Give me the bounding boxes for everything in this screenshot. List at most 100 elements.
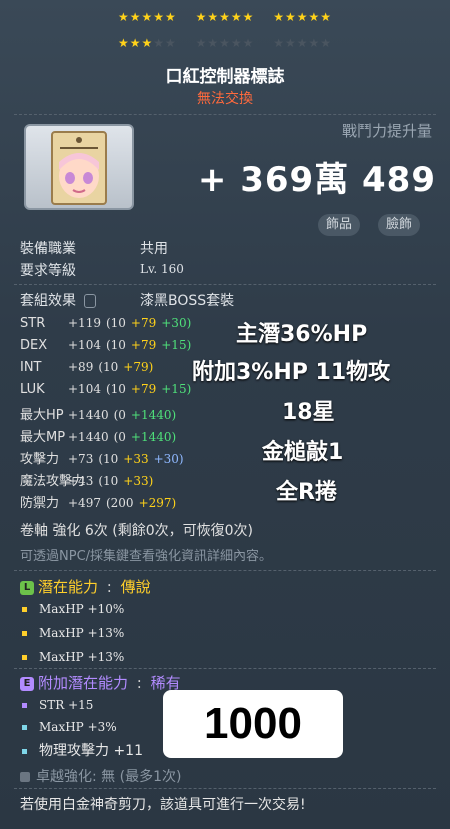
set-label: 套組效果 <box>20 293 76 309</box>
divider <box>14 788 436 789</box>
stat-total: +104 <box>68 382 101 396</box>
bullet-icon <box>22 703 27 708</box>
additional-line-text: 物理攻擊力 +11 <box>39 743 143 759</box>
additional-potential-title: E 附加潛在能力 : 稀有 <box>20 672 181 693</box>
job-value: 共用 <box>140 241 168 257</box>
potential-line-text: MaxHP +13% <box>39 626 125 640</box>
divider <box>14 114 436 115</box>
scroll-upgrade-text: 卷軸 強化 6次 (剩餘0次，可恢復0次) <box>20 523 253 539</box>
star-on: ★★★ <box>117 36 154 50</box>
star-group: ★★★★★ <box>195 36 255 50</box>
stat-extra: +30) <box>153 452 184 466</box>
level-row: 要求等級 Lv. 160 <box>20 260 184 280</box>
potential-title: L 潛在能力 : 傳說 <box>20 576 151 597</box>
stat-bonus: +297) <box>138 496 177 510</box>
stat-name: 防禦力 <box>20 496 60 511</box>
stat-total: +89 <box>68 360 94 374</box>
bullet-icon <box>22 725 27 730</box>
stat-total: +73 <box>68 452 94 466</box>
item-tooltip: ★★★★★ ★★★★★ ★★★★★ ★★★★★ ★★★★★ ★★★★★ 口紅控制… <box>0 0 450 829</box>
note: 18星 <box>282 400 335 425</box>
bullet-icon <box>22 607 27 612</box>
potential-line: MaxHP +13% <box>22 650 124 664</box>
stat-name: INT <box>20 360 42 375</box>
stat-row: 魔法攻擊力+43 (10 +33) <box>20 470 158 489</box>
set-row: 套組效果 漆黑BOSS套裝 <box>20 290 234 310</box>
stat-base: (10 <box>98 360 119 374</box>
bullet-icon <box>22 631 27 636</box>
stat-bonus: +79 <box>130 382 157 396</box>
excellence-text: 卓越強化: 無 (最多1次) <box>36 769 182 785</box>
potential-grade: 傳說 <box>120 578 151 596</box>
stat-total: +1440 <box>68 430 109 444</box>
stat-base: (10 <box>98 452 119 466</box>
bullet-icon <box>22 655 27 660</box>
stat-bonus: +79 <box>130 316 157 330</box>
trade-footer-note: 若使用白金神奇剪刀，該道具可進行一次交易! <box>20 797 306 813</box>
epic-grade-icon: E <box>20 676 34 691</box>
star-force-row-2: ★★★★★ ★★★★★ ★★★★★ <box>0 36 450 50</box>
legendary-grade-icon: L <box>20 580 34 595</box>
stat-total: +1440 <box>68 408 109 422</box>
trade-status: 無法交換 <box>197 91 253 107</box>
item-name: 口紅控制器標誌 <box>165 67 285 87</box>
stat-bonus: +79 <box>130 338 157 352</box>
stat-total: +119 <box>68 316 101 330</box>
stat-row: STR +119 (10 +79 +30) <box>20 316 196 331</box>
combat-power-label: 戰鬥力提升量 <box>341 122 432 140</box>
set-value: 漆黑BOSS套裝 <box>140 293 235 309</box>
stat-row: 最大MP +1440 (0 +1440) <box>20 426 181 445</box>
stat-name: 魔法攻擊力 <box>20 474 86 489</box>
star-group: ★★★★★ <box>273 10 333 24</box>
potential-line: MaxHP +10% <box>22 602 124 616</box>
stat-extra: +15) <box>161 382 192 396</box>
stat-bonus: +33 <box>123 452 149 466</box>
additional-separator: : <box>136 674 142 692</box>
additional-line-text: STR +15 <box>39 698 94 712</box>
star-group: ★★★★★ <box>195 10 255 24</box>
level-label: 要求等級 <box>20 263 76 279</box>
divider <box>14 570 436 571</box>
star-off: ★★ <box>153 36 177 50</box>
star-group: ★★★★★ <box>118 36 177 50</box>
divider <box>14 284 436 285</box>
divider <box>14 668 436 669</box>
stat-name: DEX <box>20 338 48 353</box>
potential-line: MaxHP +13% <box>22 626 124 640</box>
stat-row: 防禦力 +497 (200 +297) <box>20 492 181 511</box>
stat-row: 攻擊力 +73 (10 +33 +30) <box>20 448 189 467</box>
stat-name: 攻擊力 <box>20 452 60 467</box>
potential-label: 潛在能力 <box>38 578 99 596</box>
category-tag: 臉飾 <box>378 214 421 236</box>
stat-base: (10 <box>105 338 126 352</box>
star-group: ★★★★★ <box>273 36 333 50</box>
potential-separator: : <box>106 578 112 596</box>
price-label: 1000 <box>163 690 343 758</box>
stat-row: INT +89 (10 +79) <box>20 360 158 375</box>
item-icon <box>24 124 134 210</box>
note: 金槌敲1 <box>262 440 344 465</box>
level-value: Lv. 160 <box>140 262 184 276</box>
stat-bonus: +79) <box>123 360 154 374</box>
stat-base: (10 <box>105 382 126 396</box>
excellence-upgrade-text: 卓越強化: 無 (最多1次) <box>20 766 181 786</box>
excellence-icon <box>20 772 30 782</box>
potential-line-text: MaxHP +13% <box>39 650 125 664</box>
additional-line-text: MaxHP +3% <box>39 720 117 734</box>
note: 全R捲 <box>276 480 337 505</box>
stat-bonus: +33) <box>123 474 154 488</box>
job-label: 裝備職業 <box>20 241 76 257</box>
bullet-icon <box>22 748 27 754</box>
stat-row: 最大HP +1440 (0 +1440) <box>20 404 181 423</box>
combat-power-value: + 369萬 489 <box>197 160 436 200</box>
stat-extra: +1440) <box>130 430 177 444</box>
additional-line: STR +15 <box>22 698 93 712</box>
stat-extra: +1440) <box>130 408 177 422</box>
stat-extra: +15) <box>161 338 192 352</box>
stat-name: LUK <box>20 382 45 397</box>
note: 附加3%HP 11物攻 <box>192 360 391 385</box>
stat-row: DEX +104 (10 +79 +15) <box>20 338 196 353</box>
additional-line: MaxHP +3% <box>22 720 117 734</box>
upgrade-hint: 可透過NPC/採集鍵查看強化資訊詳細內容。 <box>20 549 273 564</box>
stat-base: (10 <box>98 474 119 488</box>
